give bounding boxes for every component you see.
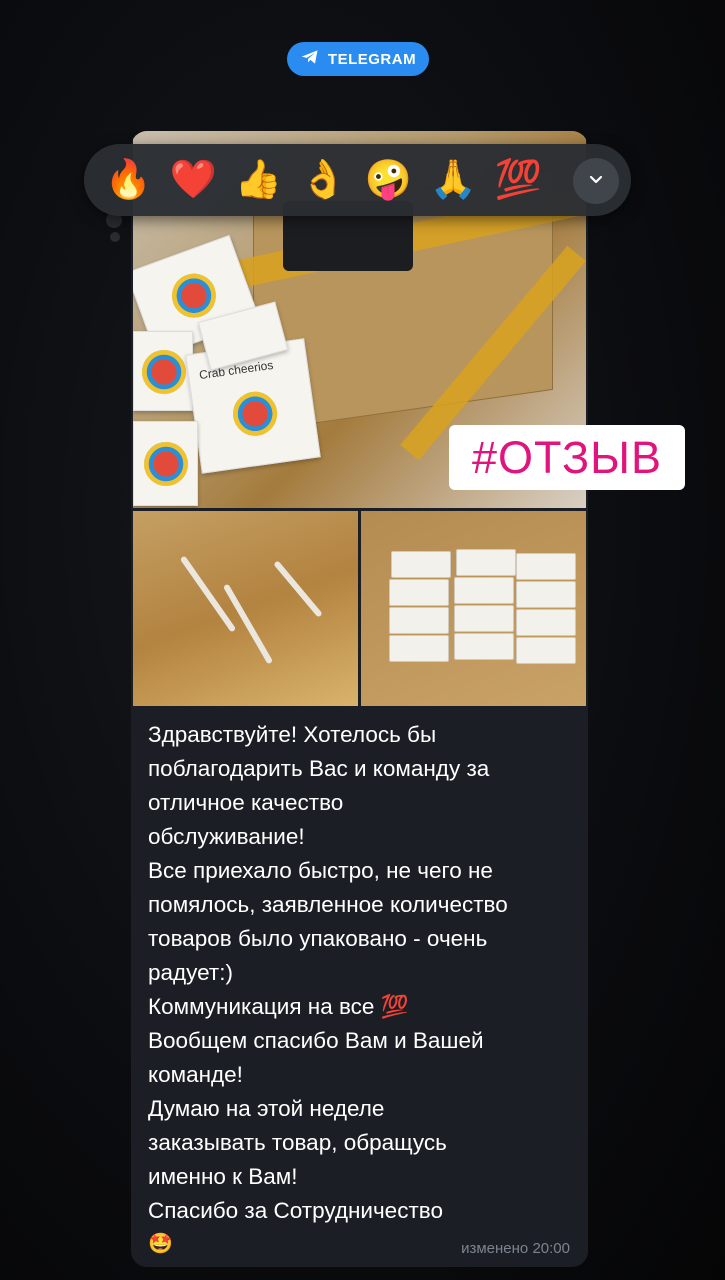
- message-meta: изменено 20:00: [461, 1240, 570, 1257]
- chevron-down-icon: [586, 169, 606, 194]
- white-pack: [516, 581, 576, 608]
- message-line: именно к Вам!: [148, 1164, 298, 1189]
- message-line: товаров было упаковано - очень: [148, 926, 488, 951]
- reaction-bar-tail: [110, 232, 120, 242]
- photo-bottom-left[interactable]: [133, 511, 358, 706]
- telegram-badge-label: TELEGRAM: [327, 50, 417, 68]
- white-pack: [391, 551, 451, 578]
- white-pack: [389, 635, 449, 662]
- white-pack: [516, 553, 576, 580]
- telegram-badge: TELEGRAM: [287, 42, 429, 76]
- reaction-bar: 🔥 ❤️ 👍 👌 🤪 🙏 💯: [84, 144, 631, 216]
- product-box: [133, 421, 198, 506]
- product-box: [133, 331, 193, 411]
- message-line: Думаю на этой неделе: [148, 1096, 385, 1121]
- reaction-folded-hands[interactable]: 🙏: [421, 144, 486, 216]
- message-line: Коммуникация на все 💯: [148, 994, 409, 1019]
- reaction-fire[interactable]: 🔥: [96, 144, 161, 216]
- crab-graphic: [230, 388, 280, 439]
- message-line: обслуживание!: [148, 824, 305, 849]
- reaction-ok-hand[interactable]: 👌: [291, 144, 356, 216]
- message-text: Здравствуйте! Хотелось бы поблагодарить …: [148, 718, 578, 1228]
- review-tag-sticker: #ОТЗЫВ: [449, 425, 685, 490]
- edited-label: изменено: [461, 1240, 529, 1257]
- reaction-heart[interactable]: ❤️: [161, 144, 226, 216]
- message-line: отличное качество: [148, 790, 344, 815]
- reaction-thumbs-up[interactable]: 👍: [226, 144, 291, 216]
- white-pack: [454, 605, 514, 632]
- photo-bottom-right[interactable]: [361, 511, 586, 706]
- white-pack: [454, 633, 514, 660]
- reaction-zany-face[interactable]: 🤪: [356, 144, 421, 216]
- trailing-emoji: 🤩: [148, 1233, 173, 1255]
- message-line: поблагодарить Вас и команду за: [148, 756, 490, 781]
- white-pack: [389, 579, 449, 606]
- white-pack: [516, 609, 576, 636]
- crab-graphic: [144, 442, 188, 486]
- white-pack: [454, 577, 514, 604]
- white-pack: [456, 549, 516, 576]
- message-line: команде!: [148, 1062, 243, 1087]
- telegram-icon: [300, 47, 320, 71]
- message-line: помялось, заявленное количество: [148, 892, 508, 917]
- white-strip: [273, 560, 323, 618]
- crab-graphic: [142, 350, 186, 394]
- message-line: заказывать товар, обращусь: [148, 1130, 447, 1155]
- message-line: Вообщем спасибо Вам и Вашей: [148, 1028, 484, 1053]
- message-time: 20:00: [532, 1240, 570, 1257]
- message-line: Все приехало быстро, не чего не: [148, 858, 493, 883]
- white-pack: [389, 607, 449, 634]
- message-bubble[interactable]: Crab cheerios Здравствуйте! Хотелось бы: [131, 131, 588, 1267]
- message-line: Здравствуйте! Хотелось бы: [148, 722, 437, 747]
- expand-reactions-button[interactable]: [573, 158, 619, 204]
- reaction-hundred[interactable]: 💯: [486, 144, 551, 216]
- cardboard-box: [133, 593, 183, 653]
- message-line: Спасибо за Сотрудничество: [148, 1198, 443, 1223]
- white-pack: [516, 637, 576, 664]
- message-line: радует:): [148, 960, 233, 985]
- crab-graphic: [165, 267, 223, 324]
